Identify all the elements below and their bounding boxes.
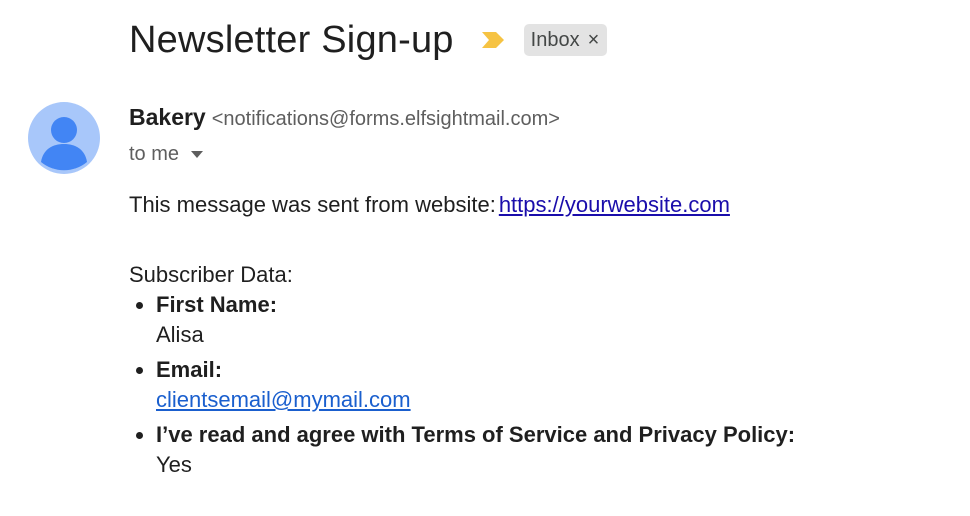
sender-name[interactable]: Bakery [129, 104, 206, 131]
remove-label-icon[interactable]: × [588, 30, 600, 50]
sender-line: Bakery <notifications@forms.elfsightmail… [129, 104, 560, 131]
field-label: Email: [156, 357, 223, 382]
email-view: Newsletter Sign-up Inbox × Bakery <notif… [0, 0, 970, 516]
recipient-toggle[interactable]: to me [129, 143, 204, 166]
importance-marker-icon[interactable] [480, 30, 506, 50]
sender-avatar[interactable] [28, 102, 100, 174]
field-label: I’ve read and agree with Terms of Servic… [156, 422, 796, 447]
subscriber-email-link[interactable]: clientsemail@mymail.com [156, 385, 411, 415]
list-item: I’ve read and agree with Terms of Servic… [156, 420, 949, 480]
chevron-down-icon[interactable] [191, 151, 204, 158]
list-item: First Name: Alisa [156, 290, 949, 350]
field-label: First Name: [156, 292, 278, 317]
inbox-label-chip[interactable]: Inbox × [523, 24, 608, 56]
field-value: Alisa [156, 322, 204, 347]
sender-email: <notifications@forms.elfsightmail.com> [211, 108, 560, 130]
recipient-text: to me [129, 143, 180, 165]
subscriber-fields: First Name: Alisa Email: clientsemail@my… [129, 290, 949, 480]
website-link[interactable]: https://yourwebsite.com [499, 192, 730, 217]
section-title: Subscriber Data: [129, 262, 293, 287]
intro-line: This message was sent from website: https… [129, 190, 949, 220]
list-item: Email: clientsemail@mymail.com [156, 355, 949, 415]
inbox-label-text: Inbox [530, 28, 580, 51]
intro-text: This message was sent from website: [129, 192, 496, 217]
subject-row: Newsletter Sign-up Inbox × [129, 16, 608, 64]
default-avatar-icon [28, 102, 100, 174]
subject-title: Newsletter Sign-up [129, 19, 454, 61]
field-value: Yes [156, 452, 192, 477]
message-body: This message was sent from website: https… [129, 190, 949, 485]
